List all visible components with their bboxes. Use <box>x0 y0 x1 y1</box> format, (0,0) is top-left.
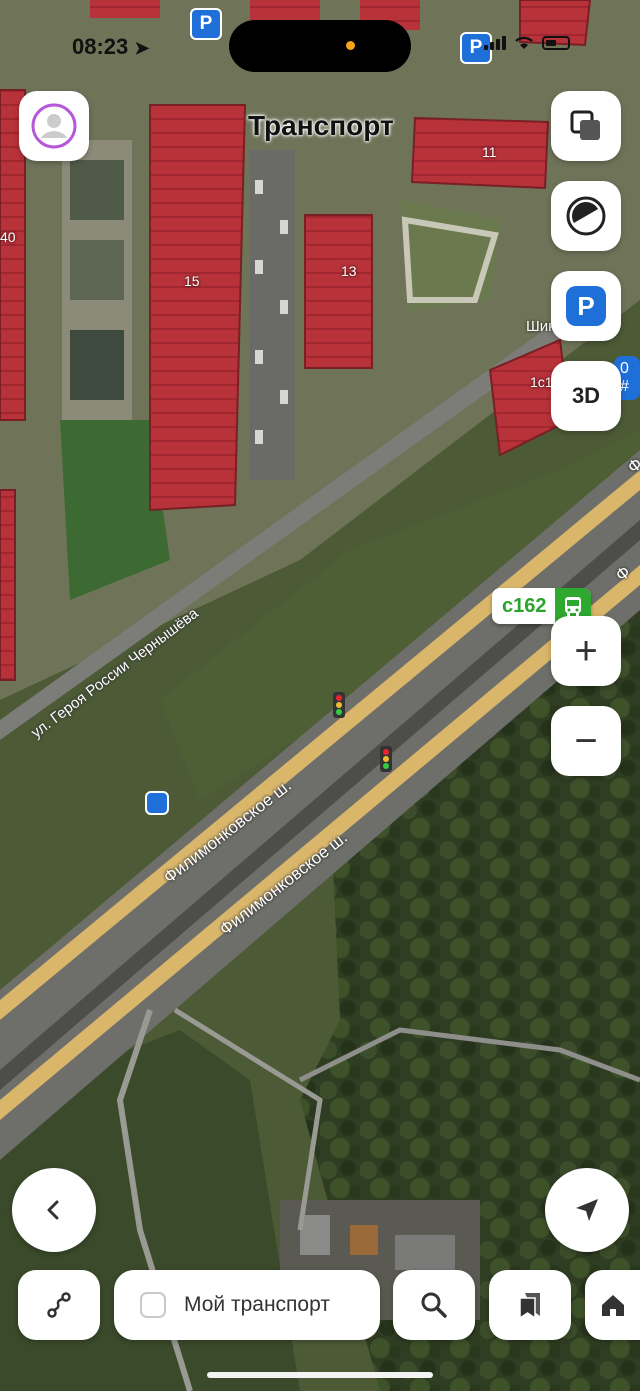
layers-icon <box>570 110 600 140</box>
page-title: Транспорт <box>248 110 394 141</box>
zoom-out-button[interactable]: − <box>551 706 621 776</box>
building-number: 11 <box>482 144 497 160</box>
parking-marker-label: P <box>469 37 483 58</box>
building-number: 1с1 <box>530 374 553 390</box>
status-time: 08:23 ➤ <box>72 34 150 60</box>
bookmarks-button[interactable] <box>489 1270 571 1340</box>
parking-layer-label: P <box>577 290 595 321</box>
home-indicator <box>207 1372 433 1378</box>
building-number: 15 <box>184 273 200 289</box>
building-number: 13 <box>341 263 357 279</box>
search-icon <box>421 1292 447 1318</box>
dynamic-island <box>229 20 411 72</box>
battery-icon <box>542 36 570 50</box>
location-arrow-icon: ➤ <box>134 38 150 58</box>
home-button[interactable] <box>585 1270 640 1340</box>
bus-route-number: с162 <box>502 594 547 617</box>
parking-marker[interactable]: P <box>190 8 222 40</box>
parking-layer-button[interactable]: P <box>551 271 621 341</box>
my-transport-checkbox[interactable] <box>140 1292 166 1318</box>
parking-icon: P <box>566 286 606 326</box>
route-icon <box>47 1292 71 1318</box>
chevron-left-icon <box>47 1200 59 1220</box>
status-time-text: 08:23 <box>72 34 129 59</box>
my-transport-label: Мой транспорт <box>184 1293 330 1316</box>
plus-icon: + <box>574 629 598 673</box>
routes-button[interactable] <box>18 1270 100 1340</box>
navigation-arrow-icon <box>576 1199 598 1221</box>
my-transport-toggle[interactable]: Мой транспорт <box>114 1270 380 1340</box>
avatar-icon <box>31 103 77 149</box>
alice-icon <box>566 196 606 236</box>
alice-assistant-button[interactable] <box>551 181 621 251</box>
wifi-icon <box>515 36 533 49</box>
minus-icon: − <box>574 719 598 763</box>
profile-button[interactable] <box>19 91 89 161</box>
zoom-in-button[interactable]: + <box>551 616 621 686</box>
privacy-dot <box>346 41 355 50</box>
layers-button[interactable] <box>551 91 621 161</box>
cellular-signal-icon <box>484 36 506 50</box>
parking-marker-label: P <box>199 13 213 34</box>
3d-mode-label: 3D <box>571 383 601 408</box>
building-number: 40 <box>0 229 16 245</box>
my-location-button[interactable] <box>545 1168 629 1252</box>
3d-mode-button[interactable]: 3D <box>551 361 621 431</box>
bookmark-icon <box>519 1293 540 1320</box>
home-icon <box>602 1295 624 1316</box>
search-button[interactable] <box>393 1270 475 1340</box>
back-button[interactable] <box>12 1168 96 1252</box>
status-icons <box>484 36 570 50</box>
